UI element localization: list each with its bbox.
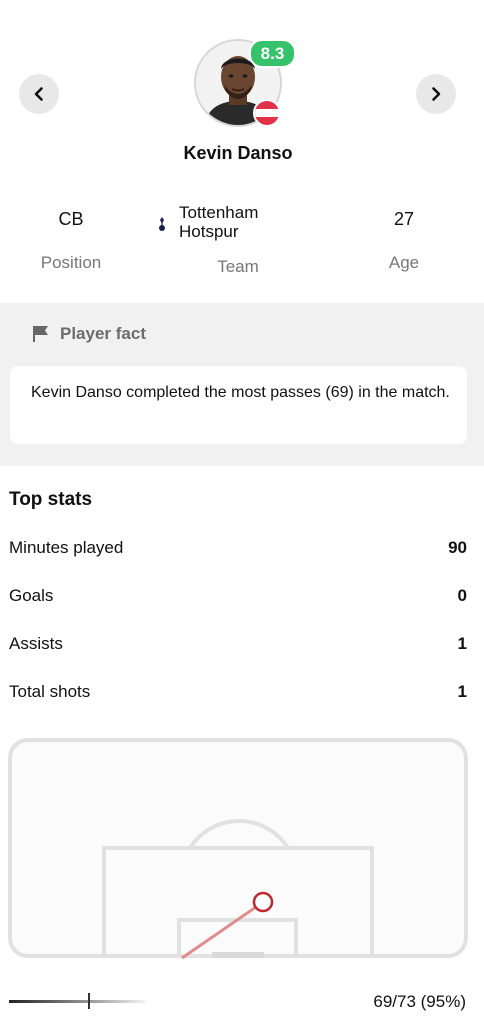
player-fact-card (10, 366, 467, 444)
position-value: CB (58, 209, 84, 229)
shot-map-pitch (8, 738, 468, 960)
tottenham-crest-icon (159, 217, 165, 231)
top-stats-title: Top stats (9, 489, 93, 510)
player-name: Kevin Danso (183, 143, 293, 163)
stat-label: Assists (9, 634, 63, 653)
team-value[interactable]: Tottenham Hotspur (179, 203, 299, 241)
stat-value: 1 (457, 634, 467, 653)
next-player-button[interactable] (416, 74, 456, 114)
goal (212, 952, 264, 958)
age-value: 27 (393, 209, 415, 229)
player-rating-badge: 8.3 (249, 39, 296, 68)
stat-value: 90 (448, 538, 467, 557)
chevron-right-icon (432, 87, 441, 101)
stat-row-assists: Assists 1 (9, 634, 467, 658)
pass-accuracy-bar (9, 1000, 145, 1003)
player-fact-text: Kevin Danso completed the most passes (6… (31, 384, 450, 401)
stat-value: 0 (457, 586, 467, 605)
stat-row-goals: Goals 0 (9, 586, 467, 610)
chevron-left-icon (34, 87, 43, 101)
stat-row-total-shots: Total shots 1 (9, 682, 467, 706)
age-label: Age (388, 253, 420, 272)
stat-label: Goals (9, 586, 54, 605)
flag-icon (33, 326, 48, 342)
stat-value: 1 (457, 682, 467, 701)
austria-flag-icon (253, 99, 281, 127)
team-label: Team (217, 257, 259, 276)
shot-marker[interactable] (252, 891, 274, 913)
stat-row-minutes-played: Minutes played 90 (9, 538, 467, 562)
stat-label: Total shots (9, 682, 91, 701)
position-label: Position (40, 253, 102, 272)
player-fact-title: Player fact (60, 324, 146, 343)
stat-label: Minutes played (9, 538, 124, 557)
pass-accuracy-value: 69/73 (95%) (373, 992, 466, 1011)
previous-player-button[interactable] (19, 74, 59, 114)
pass-accuracy-marker (88, 993, 90, 1009)
